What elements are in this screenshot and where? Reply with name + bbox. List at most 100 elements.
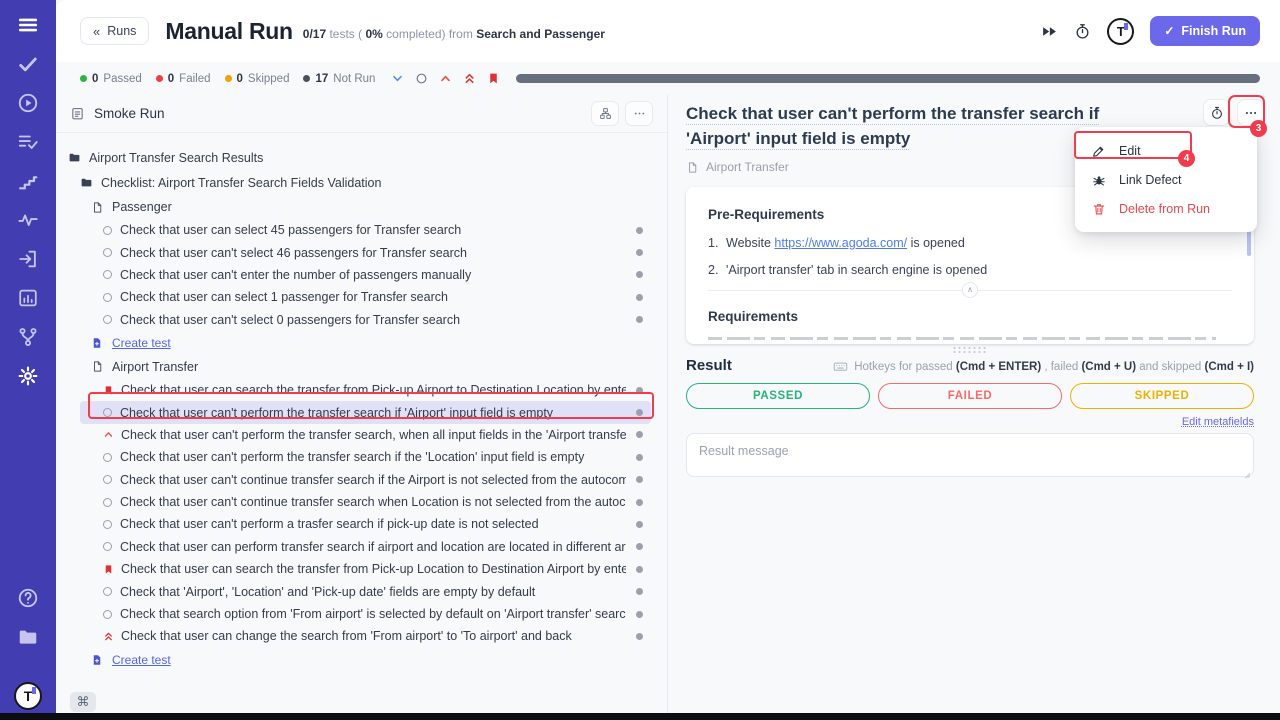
status-counter-skipped: 0 Skipped [225,73,290,85]
status-filter-icons [391,72,500,85]
test-title: Check that user can't perform the transf… [120,406,626,420]
menu-item-link-defect[interactable]: Link Defect [1075,165,1257,194]
requirements-heading: Requirements [708,309,1232,324]
main-area: « Runs Manual Run 0/17 tests ( 0% comple… [56,0,1280,720]
tree-folder-row[interactable]: Airport Transfer Search Results [56,145,667,170]
play-circle-icon[interactable] [17,92,39,114]
branch-icon[interactable] [17,326,39,348]
test-result-dot [636,227,643,234]
test-row[interactable]: Check that user can't perform the transf… [80,424,651,446]
test-title: Check that user can change the search fr… [121,629,626,643]
folder-label: Checklist: Airport Transfer Search Field… [101,176,667,190]
finish-run-button[interactable]: ✓ Finish Run [1150,16,1260,46]
logo-accent [32,687,36,694]
prereq-item: 1.Website https://www.agoda.com/ is open… [708,236,1232,250]
circle-icon[interactable] [415,72,428,85]
import-icon[interactable] [17,248,39,270]
gear-icon[interactable] [17,365,39,387]
steps-icon[interactable] [17,170,39,192]
test-tree: Airport Transfer Search Results Checklist… [56,133,667,672]
priority-up-icon [103,429,114,440]
chevron-down-icon[interactable] [391,72,404,85]
menu-item-edit[interactable]: Edit [1075,136,1257,165]
create-test-link[interactable]: Create test [112,653,171,667]
test-timer-button[interactable] [1203,99,1230,126]
result-message-input[interactable] [686,433,1254,477]
tree-view-toggle-button[interactable] [591,101,619,126]
external-link[interactable]: https://www.agoda.com/ [774,236,907,250]
tree-folder-row[interactable]: Checklist: Airport Transfer Search Field… [56,170,667,195]
test-title: Check that user can't perform the transf… [120,450,626,464]
tree-suite-row[interactable]: Airport Transfer [56,355,667,379]
tree-more-button[interactable] [625,101,653,126]
folder-light-icon[interactable] [17,626,39,648]
run-plan-title: Smoke Run [94,106,165,121]
test-row[interactable]: Check that user can't perform the transf… [80,401,651,423]
test-result-dot [636,633,643,640]
help-icon[interactable] [17,587,39,609]
test-result-dot [636,409,643,416]
test-title: Check that user can't continue transfer … [120,473,626,487]
section-divider: ∧ [708,290,1232,291]
create-test-link[interactable]: Create test [112,336,171,350]
collapse-toggle-icon[interactable]: ∧ [962,282,978,298]
test-row[interactable]: Check that user can change the search fr… [80,625,651,647]
timer-icon[interactable] [1074,23,1091,40]
chevron-up-icon[interactable] [439,72,452,85]
test-row[interactable]: Check that user can't enter the number o… [80,264,651,286]
topbar: « Runs Manual Run 0/17 tests ( 0% comple… [56,0,1280,62]
test-row[interactable]: Check that user can't continue transfer … [80,491,651,513]
test-row[interactable]: Check that 'Airport', 'Location' and 'Pi… [80,580,651,602]
test-row[interactable]: Check that user can search the transfer … [80,379,651,401]
test-row[interactable]: Check that user can't perform a trasfer … [80,513,651,535]
logo-accent [1124,23,1128,30]
prereq-number: 1. [708,236,726,250]
test-row[interactable]: Check that user can search the transfer … [80,558,651,580]
resize-handle[interactable] [952,346,988,353]
status-dot [156,75,163,82]
test-title: Check that user can't perform the transf… [121,428,626,442]
hotkeys-hint-button[interactable]: ⌘ [70,692,96,712]
test-status-circle-icon [103,587,112,596]
tree-suite-row[interactable]: Passenger [56,195,667,219]
suite-tag-label: Airport Transfer [706,160,789,174]
menu-icon[interactable] [17,14,39,36]
status-counters: 0 Passed0 Failed0 Skipped17 Not Run [80,73,375,85]
back-to-runs-button[interactable]: « Runs [80,17,149,45]
pulse-icon[interactable] [17,209,39,231]
result-button-passed[interactable]: PASSED [686,383,870,409]
test-result-dot [636,566,643,573]
chart-icon[interactable] [17,287,39,309]
test-row[interactable]: Check that user can't continue transfer … [80,469,651,491]
create-test-icon [91,654,103,666]
test-row[interactable]: Check that user can select 1 passenger f… [80,286,651,308]
folder-label: Airport Transfer Search Results [89,151,667,165]
test-row[interactable]: Check that user can't select 0 passenger… [80,309,651,331]
hotkeys-text: Hotkeys for passed (Cmd + ENTER) , faile… [854,361,1254,373]
fast-forward-icon[interactable] [1041,23,1058,40]
bookmark-icon[interactable] [487,72,500,85]
workspace-logo[interactable]: T [14,682,42,710]
check-icon[interactable] [17,53,39,75]
hotkeys-help: Hotkeys for passed (Cmd + ENTER) , faile… [833,359,1254,374]
test-row[interactable]: Check that user can't select 46 passenge… [80,241,651,263]
edit-metafields-link[interactable]: Edit metafields [686,416,1254,428]
create-test-icon [91,337,103,349]
double-chevron-up-icon[interactable] [463,72,476,85]
test-row[interactable]: Check that search option from 'From airp… [80,603,651,625]
test-status-circle-icon [103,408,112,417]
result-button-failed[interactable]: FAILED [878,383,1062,409]
test-row[interactable]: Check that user can perform transfer sea… [80,536,651,558]
list-check-icon[interactable] [17,131,39,153]
priority-double-up-icon [103,631,114,642]
result-button-skipped[interactable]: SKIPPED [1070,383,1254,409]
menu-item-delete-from-run[interactable]: Delete from Run [1075,194,1257,223]
brand-logo[interactable]: T [1107,18,1134,45]
test-row[interactable]: Check that user can select 45 passengers… [80,219,651,241]
suite-label: Airport Transfer [112,360,667,374]
test-row[interactable]: Check that user can't perform the transf… [80,446,651,468]
ellipsis-icon [1244,106,1258,120]
test-result-dot [636,476,643,483]
test-title: Check that user can't perform a trasfer … [120,517,626,531]
back-label: Runs [107,24,136,38]
